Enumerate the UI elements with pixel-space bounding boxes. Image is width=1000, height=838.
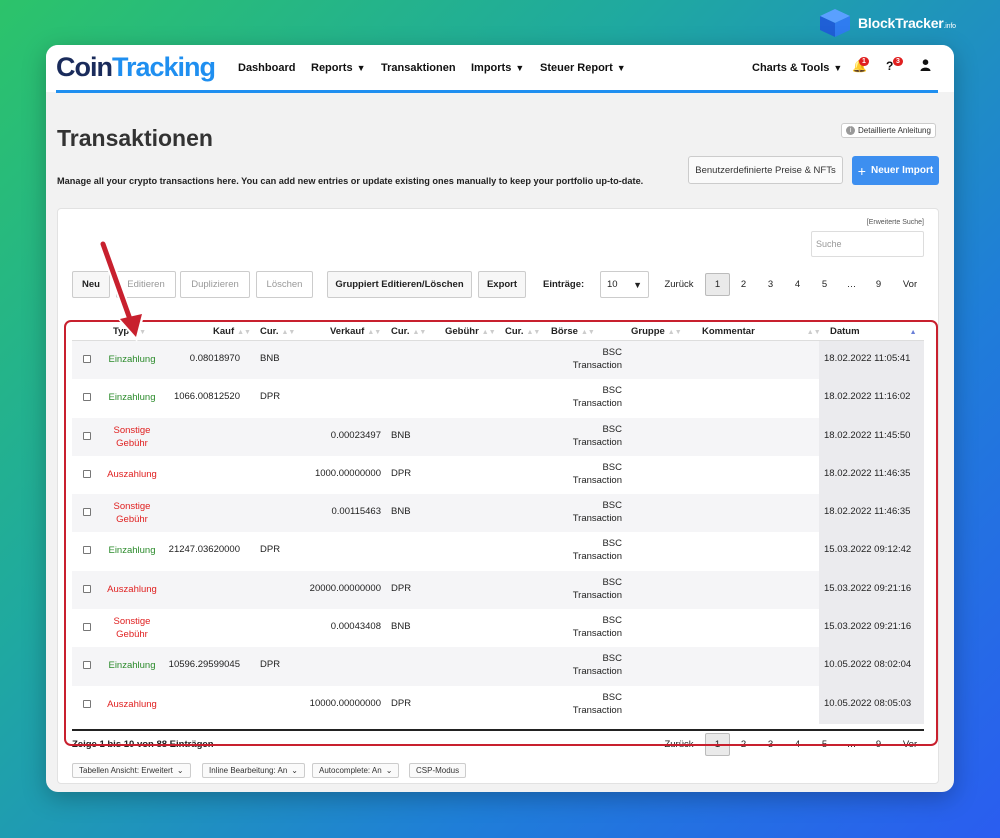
pagination-prev[interactable]: Zurück [661,273,697,296]
notification-badge: 1 [859,57,869,66]
help-link[interactable]: i Detaillierte Anleitung [841,123,936,138]
pagination-page[interactable]: 9 [865,273,892,296]
pagination-page[interactable]: 2 [730,273,757,296]
top-navbar: CoinTracking Dashboard Reports ▼ Transakt… [46,45,954,93]
highlight-frame [64,320,938,746]
navbar-accent-line [56,90,938,93]
table-view-option[interactable]: Tabellen Ansicht: Erweitert ⌄ [72,763,191,778]
pagination-page[interactable]: 1 [705,273,730,296]
caret-down-icon: ▼ [616,63,626,73]
cointracking-logo[interactable]: CoinTracking [56,52,216,83]
blocktracker-logo: BlockTracker.info [818,8,956,38]
nav-reports[interactable]: Reports ▼ [311,62,365,74]
nav-charts-tools[interactable]: Charts & Tools ▼ [752,62,842,74]
user-icon[interactable] [920,59,931,74]
info-icon: i [846,126,855,135]
pagination-ellipsis: … [846,279,857,290]
nav-transaktionen[interactable]: Transaktionen [381,62,456,74]
entries-select[interactable]: 10 ▼ [600,271,649,298]
page-description: Manage all your crypto transactions here… [57,176,644,186]
cube-icon [820,9,850,37]
chevron-down-icon: ⌄ [385,766,393,775]
search-input[interactable] [811,231,924,257]
nav-dashboard[interactable]: Dashboard [238,62,295,74]
export-button[interactable]: Export [478,271,526,298]
red-arrow-icon [98,240,145,342]
help-icon[interactable]: ? 3 [886,57,903,73]
help-badge: 3 [893,57,903,66]
group-edit-button[interactable]: Gruppiert Editieren/Löschen [327,271,472,298]
entries-label: Einträge: [543,279,585,290]
pagination-page[interactable]: 3 [757,273,784,296]
autocomplete-option[interactable]: Autocomplete: An ⌄ [312,763,400,778]
caret-down-icon: ▼ [633,279,642,290]
pagination-page[interactable]: 5 [811,273,838,296]
nav-steuer-report[interactable]: Steuer Report ▼ [540,62,626,74]
nav-imports[interactable]: Imports ▼ [471,62,524,74]
custom-prices-button[interactable]: Benutzerdefinierte Preise & NFTs [688,156,843,184]
plus-icon: + [857,162,866,179]
chevron-down-icon: ⌄ [176,766,184,775]
new-import-button[interactable]: + Neuer Import [852,156,939,185]
page-title: Transaktionen [57,125,213,151]
caret-down-icon: ▼ [356,63,366,73]
chevron-down-icon: ⌄ [291,766,298,775]
advanced-search-link[interactable]: [Erweiterte Suche] [867,219,924,226]
pagination-top: Zurück 1 2 3 4 5 … 9 Vor [661,273,928,296]
notifications-bell-icon[interactable]: 🔔 1 [852,57,869,73]
pagination-page[interactable]: 4 [784,273,811,296]
duplicate-button[interactable]: Duplizieren [180,271,250,298]
caret-down-icon: ▼ [515,63,525,73]
pagination-next[interactable]: Vor [892,273,928,296]
csp-mode-option[interactable]: CSP-Modus [409,763,467,778]
delete-button[interactable]: Löschen [256,271,313,298]
inline-edit-option[interactable]: Inline Bearbeitung: An ⌄ [202,763,305,778]
caret-down-icon: ▼ [833,63,843,73]
